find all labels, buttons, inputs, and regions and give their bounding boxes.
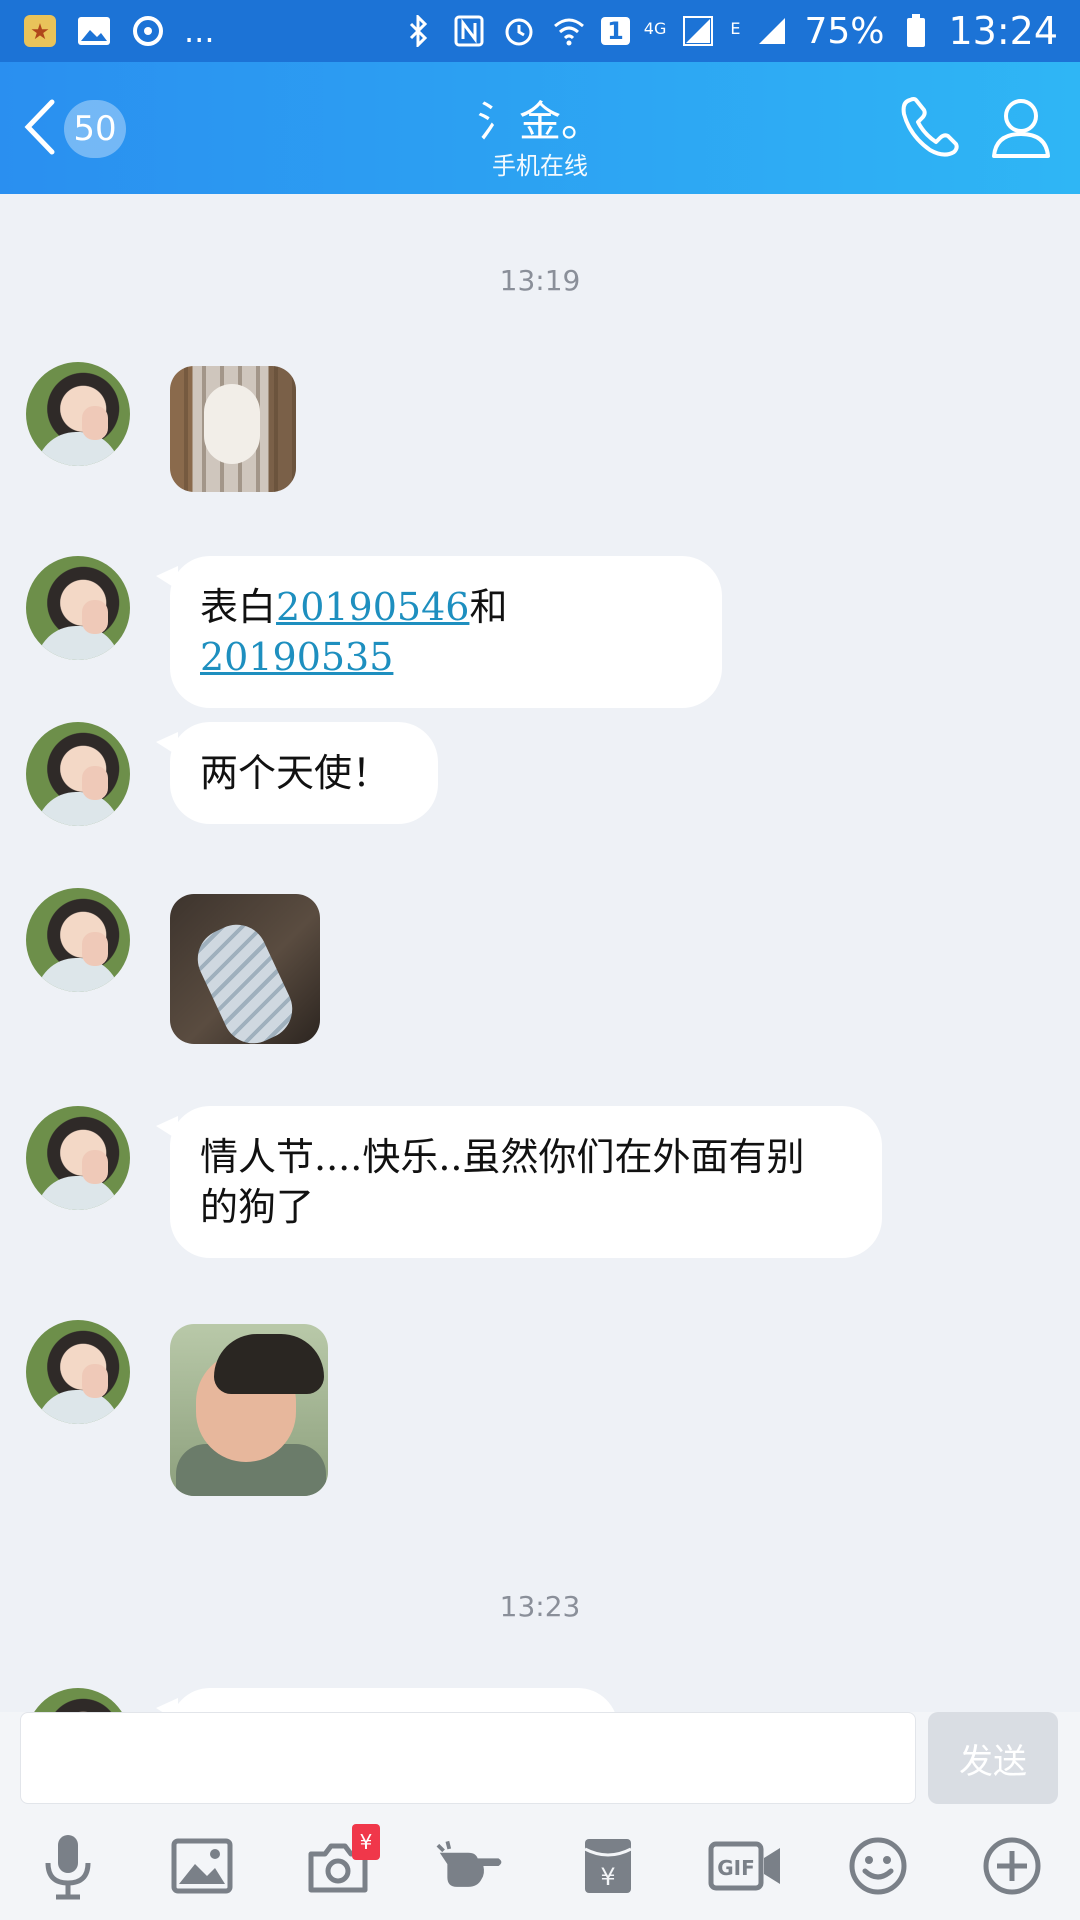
red-packet-icon: ¥: [584, 1839, 632, 1893]
timestamp: 13:19: [499, 264, 581, 297]
avatar[interactable]: [26, 1688, 130, 1712]
image-message[interactable]: [170, 366, 296, 492]
battery-percent: 75%: [804, 10, 885, 52]
avatar[interactable]: [26, 556, 130, 660]
4g-label: 4G: [643, 19, 667, 38]
message-bubble[interactable]: 两个天使！: [156, 722, 438, 824]
image-message[interactable]: [170, 1324, 328, 1496]
message-bubble[interactable]: 表白20190546和 20190535: [156, 556, 722, 708]
message-bubble[interactable]: 情人节....快乐..虽然你们在外面有别 的狗了: [156, 1106, 882, 1258]
emoji-button[interactable]: [842, 1830, 914, 1902]
poke-button[interactable]: [436, 1830, 508, 1902]
status-bar: ★ ... 1 4G E 75% 13:24: [0, 0, 1080, 62]
alarm-icon: [501, 13, 537, 49]
profile-icon: [992, 99, 1050, 158]
wifi-icon: [551, 13, 587, 49]
picture-icon: [171, 1838, 233, 1894]
red-packet-badge: ¥: [352, 1824, 380, 1860]
gif-label: GIF: [717, 1856, 755, 1880]
microphone-icon: [45, 1835, 91, 1900]
avatar[interactable]: [26, 888, 130, 992]
avatar[interactable]: [26, 1106, 130, 1210]
more-button[interactable]: [976, 1830, 1048, 1902]
poke-icon: [436, 1840, 502, 1887]
chat-header: 50 氵金。 手机在线: [0, 62, 1080, 194]
avatar[interactable]: [26, 362, 130, 466]
message-input[interactable]: [20, 1712, 916, 1804]
message-text-line: 的狗了: [200, 1185, 315, 1229]
message-text: 两个天使！: [200, 751, 391, 795]
timestamp: 13:23: [499, 1590, 581, 1623]
message-link[interactable]: 20190535: [200, 635, 393, 679]
input-toolbar: ¥ ¥ GIF: [0, 1824, 1080, 1910]
sync-icon: [130, 13, 166, 49]
clock: 13:24: [948, 9, 1058, 53]
svg-text:★: ★: [30, 20, 50, 45]
gif-button[interactable]: GIF: [706, 1830, 786, 1902]
more-notifications: ...: [184, 12, 215, 50]
e-signal-icon: [754, 13, 790, 49]
gallery-icon: [76, 13, 112, 49]
plus-icon: [983, 1837, 1041, 1895]
message-link[interactable]: 20190546: [276, 585, 469, 629]
chat-messages[interactable]: 13:19 表白20190546和 20190535 两个天使！ 情人节....快…: [0, 194, 1080, 1712]
picture-button[interactable]: [166, 1830, 238, 1902]
sim1-icon: 1: [601, 17, 630, 45]
e-label: E: [730, 19, 741, 38]
4g-signal-icon: [680, 13, 716, 49]
star-badge-icon: ★: [22, 13, 58, 49]
phone-icon: [901, 97, 959, 157]
call-button[interactable]: [896, 92, 966, 162]
gif-icon: GIF: [708, 1841, 780, 1891]
svg-text:¥: ¥: [600, 1863, 615, 1891]
battery-icon: [898, 13, 934, 49]
avatar[interactable]: [26, 722, 130, 826]
message-text: 表白: [200, 585, 277, 629]
avatar[interactable]: [26, 1320, 130, 1424]
message-composer: 发送 ¥ ¥ GIF: [0, 1712, 1080, 1920]
emoji-icon: [849, 1837, 907, 1895]
message-text: 和: [469, 585, 508, 629]
nfc-icon: [451, 13, 487, 49]
profile-button[interactable]: [986, 92, 1056, 162]
voice-button[interactable]: [32, 1830, 104, 1902]
bluetooth-icon: [401, 13, 437, 49]
message-bubble[interactable]: [156, 1688, 618, 1712]
message-text-line: 情人节....快乐..虽然你们在外面有别: [200, 1135, 805, 1179]
red-packet-button[interactable]: ¥: [572, 1830, 644, 1902]
send-button[interactable]: 发送: [928, 1712, 1058, 1804]
image-message[interactable]: [170, 894, 320, 1044]
